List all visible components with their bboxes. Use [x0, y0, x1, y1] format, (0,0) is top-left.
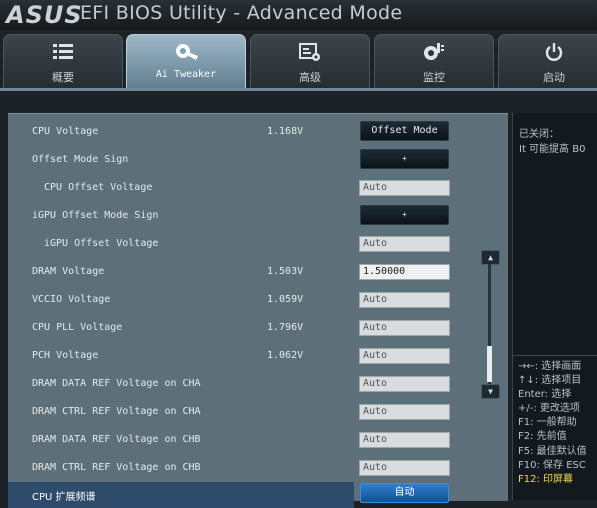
setting-label: iGPU Offset Voltage — [44, 238, 159, 249]
key-hint: Enter: 选择 — [518, 389, 572, 401]
setting-value: 1.059V — [267, 294, 304, 305]
setting-label: DRAM DATA REF Voltage on CHB — [32, 434, 201, 445]
tab-divider — [0, 88, 597, 91]
tab-advanced-label: 高级 — [299, 71, 321, 84]
setting-row-cpu-pll-voltage[interactable]: CPU PLL Voltage 1.796V Auto — [8, 316, 508, 342]
setting-row-dram-voltage[interactable]: DRAM Voltage 1.503V 1.50000 — [8, 260, 508, 286]
help-text-line: It 可能提高 B0 — [519, 144, 586, 155]
key-hint: F1: 一般帮助 — [518, 417, 577, 429]
offset-sign-button[interactable]: + — [360, 149, 449, 169]
vccio-voltage-field[interactable]: Auto — [359, 292, 450, 308]
setting-row-igpu-offset-voltage[interactable]: iGPU Offset Voltage Auto — [8, 232, 508, 258]
setting-row-dram-ctrl-ref-chb[interactable]: DRAM CTRL REF Voltage on CHB Auto — [8, 456, 508, 482]
setting-value: 1.796V — [267, 322, 304, 333]
tab-bar: 概要 Ai Tweaker 高级 监控 启动 — [0, 34, 597, 90]
tab-advanced[interactable]: 高级 — [250, 34, 370, 89]
setting-label: PCH Voltage — [32, 350, 99, 361]
igpu-offset-voltage-field[interactable]: Auto — [359, 236, 450, 252]
cpu-spread-spectrum-button[interactable]: 自动 — [360, 483, 449, 503]
scroll-up-button[interactable]: ▲ — [481, 250, 500, 265]
setting-row-pch-voltage[interactable]: PCH Voltage 1.062V Auto — [8, 344, 508, 370]
monitor-icon — [422, 41, 446, 63]
dram-data-ref-cha-field[interactable]: Auto — [359, 376, 450, 392]
setting-label: DRAM Voltage — [32, 266, 105, 277]
key-hint: →←: 选择画面 — [518, 361, 582, 372]
cpu-offset-voltage-field[interactable]: Auto — [359, 180, 450, 196]
setting-label: CPU 扩展频谱 — [32, 492, 96, 503]
setting-value: 1.062V — [267, 350, 304, 361]
list-icon — [52, 41, 74, 63]
help-divider — [512, 355, 597, 356]
dram-ctrl-ref-chb-field[interactable]: Auto — [359, 460, 450, 476]
key-legend: →←: 选择画面 ↑↓: 选择项目 Enter: 选择 +/-: 更改选项 F1… — [518, 360, 597, 487]
tab-monitor-label: 监控 — [423, 71, 445, 84]
setting-label: CPU Voltage — [32, 126, 99, 137]
key-hint: +/-: 更改选项 — [518, 403, 580, 415]
setting-row-vccio-voltage[interactable]: VCCIO Voltage 1.059V Auto — [8, 288, 508, 314]
key-hint: ↑↓: 选择项目 — [518, 375, 582, 387]
power-icon — [544, 41, 564, 63]
setting-label: CPU Offset Voltage — [44, 182, 153, 193]
ai-tweaker-icon — [172, 41, 200, 63]
tab-ai-tweaker-label: Ai Tweaker — [155, 69, 217, 80]
title-bar: ASUS EFI BIOS Utility - Advanced Mode — [0, 0, 597, 30]
tab-overview-label: 概要 — [52, 71, 74, 84]
tab-monitor[interactable]: 监控 — [374, 34, 494, 89]
asus-logo: ASUS — [6, 1, 83, 29]
key-hint: F10: 保存 ESC — [518, 459, 586, 471]
igpu-offset-sign-button[interactable]: + — [360, 205, 449, 225]
tab-ai-tweaker[interactable]: Ai Tweaker — [126, 34, 246, 89]
setting-label: Offset Mode Sign — [32, 154, 129, 165]
advanced-icon — [298, 41, 322, 63]
setting-row-cpu-voltage[interactable]: CPU Voltage 1.168V Offset Mode — [8, 120, 508, 146]
setting-label: CPU PLL Voltage — [32, 322, 123, 333]
setting-label: iGPU Offset Mode Sign — [32, 210, 159, 221]
tab-boot[interactable]: 启动 — [498, 34, 597, 89]
settings-panel: CPU Voltage 1.168V Offset Mode Offset Mo… — [8, 113, 508, 508]
setting-row-cpu-offset-voltage[interactable]: CPU Offset Voltage Auto — [8, 176, 508, 202]
cpu-pll-voltage-field[interactable]: Auto — [359, 320, 450, 336]
setting-row-dram-data-ref-cha[interactable]: DRAM DATA REF Voltage on CHA Auto — [8, 372, 508, 398]
pch-voltage-field[interactable]: Auto — [359, 348, 450, 364]
key-hint: F2: 先前值 — [518, 431, 567, 443]
setting-row-cpu-spread-spectrum[interactable]: CPU 扩展频谱 — [8, 482, 354, 508]
scroll-down-button[interactable]: ▼ — [481, 384, 500, 399]
help-text-line: 已关闭： — [519, 129, 559, 140]
setting-row-igpu-offset-mode-sign[interactable]: iGPU Offset Mode Sign + — [8, 204, 508, 230]
setting-row-dram-data-ref-chb[interactable]: DRAM DATA REF Voltage on CHB Auto — [8, 428, 508, 454]
dram-ctrl-ref-cha-field[interactable]: Auto — [359, 404, 450, 420]
dram-data-ref-chb-field[interactable]: Auto — [359, 432, 450, 448]
setting-label: DRAM CTRL REF Voltage on CHA — [32, 406, 201, 417]
tab-overview[interactable]: 概要 — [3, 34, 123, 89]
dram-voltage-field[interactable]: 1.50000 — [359, 264, 450, 280]
left-edge — [0, 91, 8, 500]
setting-row-offset-mode-sign[interactable]: Offset Mode Sign + — [8, 148, 508, 174]
cpu-voltage-mode-button[interactable]: Offset Mode — [360, 121, 449, 141]
setting-label: VCCIO Voltage — [32, 294, 111, 305]
key-hint-highlighted: F12: 印屏幕 — [518, 473, 574, 485]
app-title: EFI BIOS Utility - Advanced Mode — [80, 2, 403, 24]
tab-boot-label: 启动 — [543, 71, 565, 84]
setting-value: 1.503V — [267, 266, 304, 277]
setting-row-dram-ctrl-ref-cha[interactable]: DRAM CTRL REF Voltage on CHA Auto — [8, 400, 508, 426]
setting-value: 1.168V — [267, 126, 304, 137]
scrollbar-thumb[interactable] — [487, 346, 492, 382]
setting-label: DRAM DATA REF Voltage on CHA — [32, 378, 201, 389]
key-hint: F5: 最佳默认值 — [518, 445, 587, 457]
setting-label: DRAM CTRL REF Voltage on CHB — [32, 462, 201, 473]
